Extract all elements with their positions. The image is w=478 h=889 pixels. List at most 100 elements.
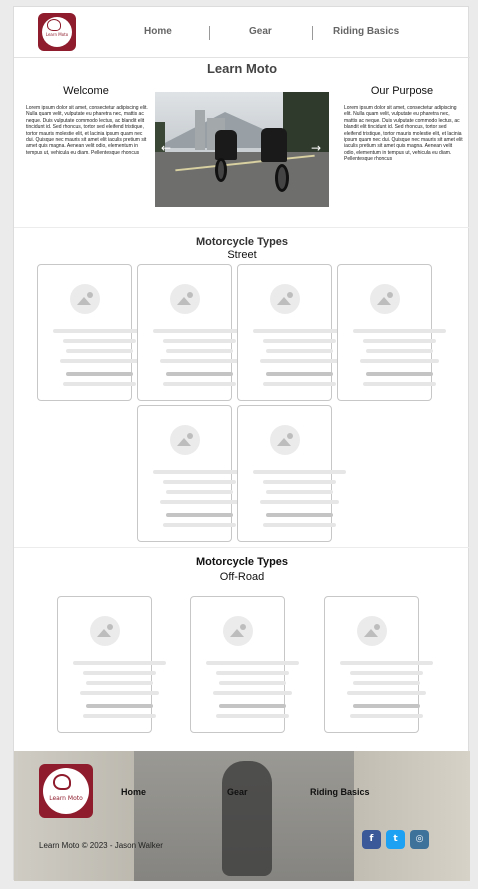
- hero-wheel: [275, 164, 289, 192]
- text-placeholder-line: [353, 681, 420, 685]
- text-placeholder-line: [216, 671, 289, 675]
- text-placeholder-line: [53, 329, 146, 333]
- hero-rider: [261, 128, 287, 162]
- text-placeholder-line: [80, 691, 159, 695]
- street-card[interactable]: [137, 264, 246, 401]
- welcome-heading: Welcome: [63, 85, 109, 97]
- footer-logo[interactable]: Learn Moto: [39, 764, 93, 818]
- text-placeholder-line: [216, 714, 289, 718]
- street-card[interactable]: [237, 264, 346, 401]
- carousel-prev-button[interactable]: ←: [161, 141, 171, 155]
- hero-road: [155, 152, 329, 207]
- hero-wheel: [215, 158, 227, 182]
- text-placeholder-line: [219, 681, 286, 685]
- nav-riding-basics[interactable]: Riding Basics: [333, 26, 399, 37]
- text-placeholder-line: [366, 372, 433, 376]
- text-placeholder-line: [83, 714, 156, 718]
- text-placeholder-line: [353, 704, 420, 708]
- text-placeholder-line: [213, 691, 292, 695]
- nav-divider: [209, 26, 210, 40]
- text-placeholder-line: [360, 359, 439, 363]
- street-title: Motorcycle Types: [195, 236, 289, 248]
- street-subtitle: Street: [227, 249, 257, 261]
- text-placeholder-line: [253, 470, 346, 474]
- helmet-icon: [53, 774, 71, 790]
- text-placeholder-line: [163, 480, 236, 484]
- text-placeholder-line: [350, 714, 423, 718]
- logo-text: Learn Moto: [45, 32, 69, 37]
- text-placeholder-line: [166, 490, 233, 494]
- welcome-text: Lorem ipsum dolor sit amet, consectetur …: [26, 105, 148, 156]
- image-placeholder-icon: [270, 425, 300, 455]
- nav-divider: [312, 26, 313, 40]
- street-card[interactable]: [337, 264, 446, 401]
- text-placeholder-line: [253, 329, 346, 333]
- hero-rider: [215, 130, 237, 160]
- street-card[interactable]: [237, 405, 346, 542]
- instagram-icon[interactable]: ◎: [410, 830, 429, 849]
- offroad-title: Motorcycle Types: [195, 556, 289, 568]
- nav-home[interactable]: Home: [144, 26, 172, 37]
- text-placeholder-line: [160, 359, 239, 363]
- text-placeholder-line: [263, 382, 336, 386]
- footer-nav-gear[interactable]: Gear: [227, 787, 248, 797]
- text-placeholder-line: [153, 329, 246, 333]
- purpose-heading: Our Purpose: [370, 85, 434, 97]
- image-placeholder-icon: [170, 425, 200, 455]
- site-logo[interactable]: Learn Moto: [38, 13, 76, 51]
- image-placeholder-icon: [70, 284, 100, 314]
- street-card[interactable]: [137, 405, 246, 542]
- site-header: Learn Moto Home Gear Riding Basics: [14, 7, 470, 58]
- text-placeholder-line: [86, 704, 153, 708]
- offroad-card[interactable]: [324, 596, 433, 733]
- footer-nav-riding-basics[interactable]: Riding Basics: [310, 787, 370, 797]
- text-placeholder-line: [263, 523, 336, 527]
- text-placeholder-line: [83, 671, 156, 675]
- logo-text: Learn Moto: [49, 795, 83, 802]
- text-placeholder-line: [163, 339, 236, 343]
- text-placeholder-line: [260, 500, 339, 504]
- text-placeholder-line: [366, 349, 433, 353]
- twitter-icon[interactable]: t: [386, 830, 405, 849]
- text-placeholder-line: [86, 681, 153, 685]
- text-placeholder-line: [73, 661, 166, 665]
- image-placeholder-icon: [223, 616, 253, 646]
- footer-nav-home[interactable]: Home: [121, 787, 146, 797]
- facebook-icon[interactable]: f: [362, 830, 381, 849]
- text-placeholder-line: [66, 372, 133, 376]
- text-placeholder-line: [160, 500, 239, 504]
- nav-gear[interactable]: Gear: [249, 26, 272, 37]
- image-placeholder-icon: [90, 616, 120, 646]
- helmet-icon: [47, 19, 61, 31]
- page: Learn Moto Home Gear Riding Basics Learn…: [13, 6, 470, 881]
- site-footer: Learn Moto Home Gear Riding Basics Learn…: [14, 751, 470, 881]
- text-placeholder-line: [166, 349, 233, 353]
- text-placeholder-line: [153, 470, 246, 474]
- text-placeholder-line: [266, 372, 333, 376]
- text-placeholder-line: [266, 513, 333, 517]
- image-placeholder-icon: [370, 284, 400, 314]
- hero-carousel: ← →: [155, 92, 329, 207]
- purpose-text: Lorem ipsum dolor sit amet, consectetur …: [344, 105, 463, 163]
- text-placeholder-line: [63, 382, 136, 386]
- offroad-subtitle: Off-Road: [219, 571, 265, 583]
- image-placeholder-icon: [170, 284, 200, 314]
- intro-section: Learn Moto Welcome Lorem ipsum dolor sit…: [14, 58, 470, 228]
- text-placeholder-line: [66, 349, 133, 353]
- text-placeholder-line: [260, 359, 339, 363]
- carousel-next-button[interactable]: →: [311, 141, 321, 155]
- street-card[interactable]: [37, 264, 146, 401]
- text-placeholder-line: [163, 382, 236, 386]
- image-placeholder-icon: [270, 284, 300, 314]
- site-title: Learn Moto: [206, 61, 278, 76]
- text-placeholder-line: [166, 513, 233, 517]
- offroad-card[interactable]: [57, 596, 166, 733]
- text-placeholder-line: [350, 671, 423, 675]
- text-placeholder-line: [63, 339, 136, 343]
- text-placeholder-line: [266, 349, 333, 353]
- text-placeholder-line: [206, 661, 299, 665]
- text-placeholder-line: [166, 372, 233, 376]
- text-placeholder-line: [363, 382, 436, 386]
- copyright-text: Learn Moto © 2023 - Jason Walker: [39, 841, 163, 850]
- offroad-card[interactable]: [190, 596, 299, 733]
